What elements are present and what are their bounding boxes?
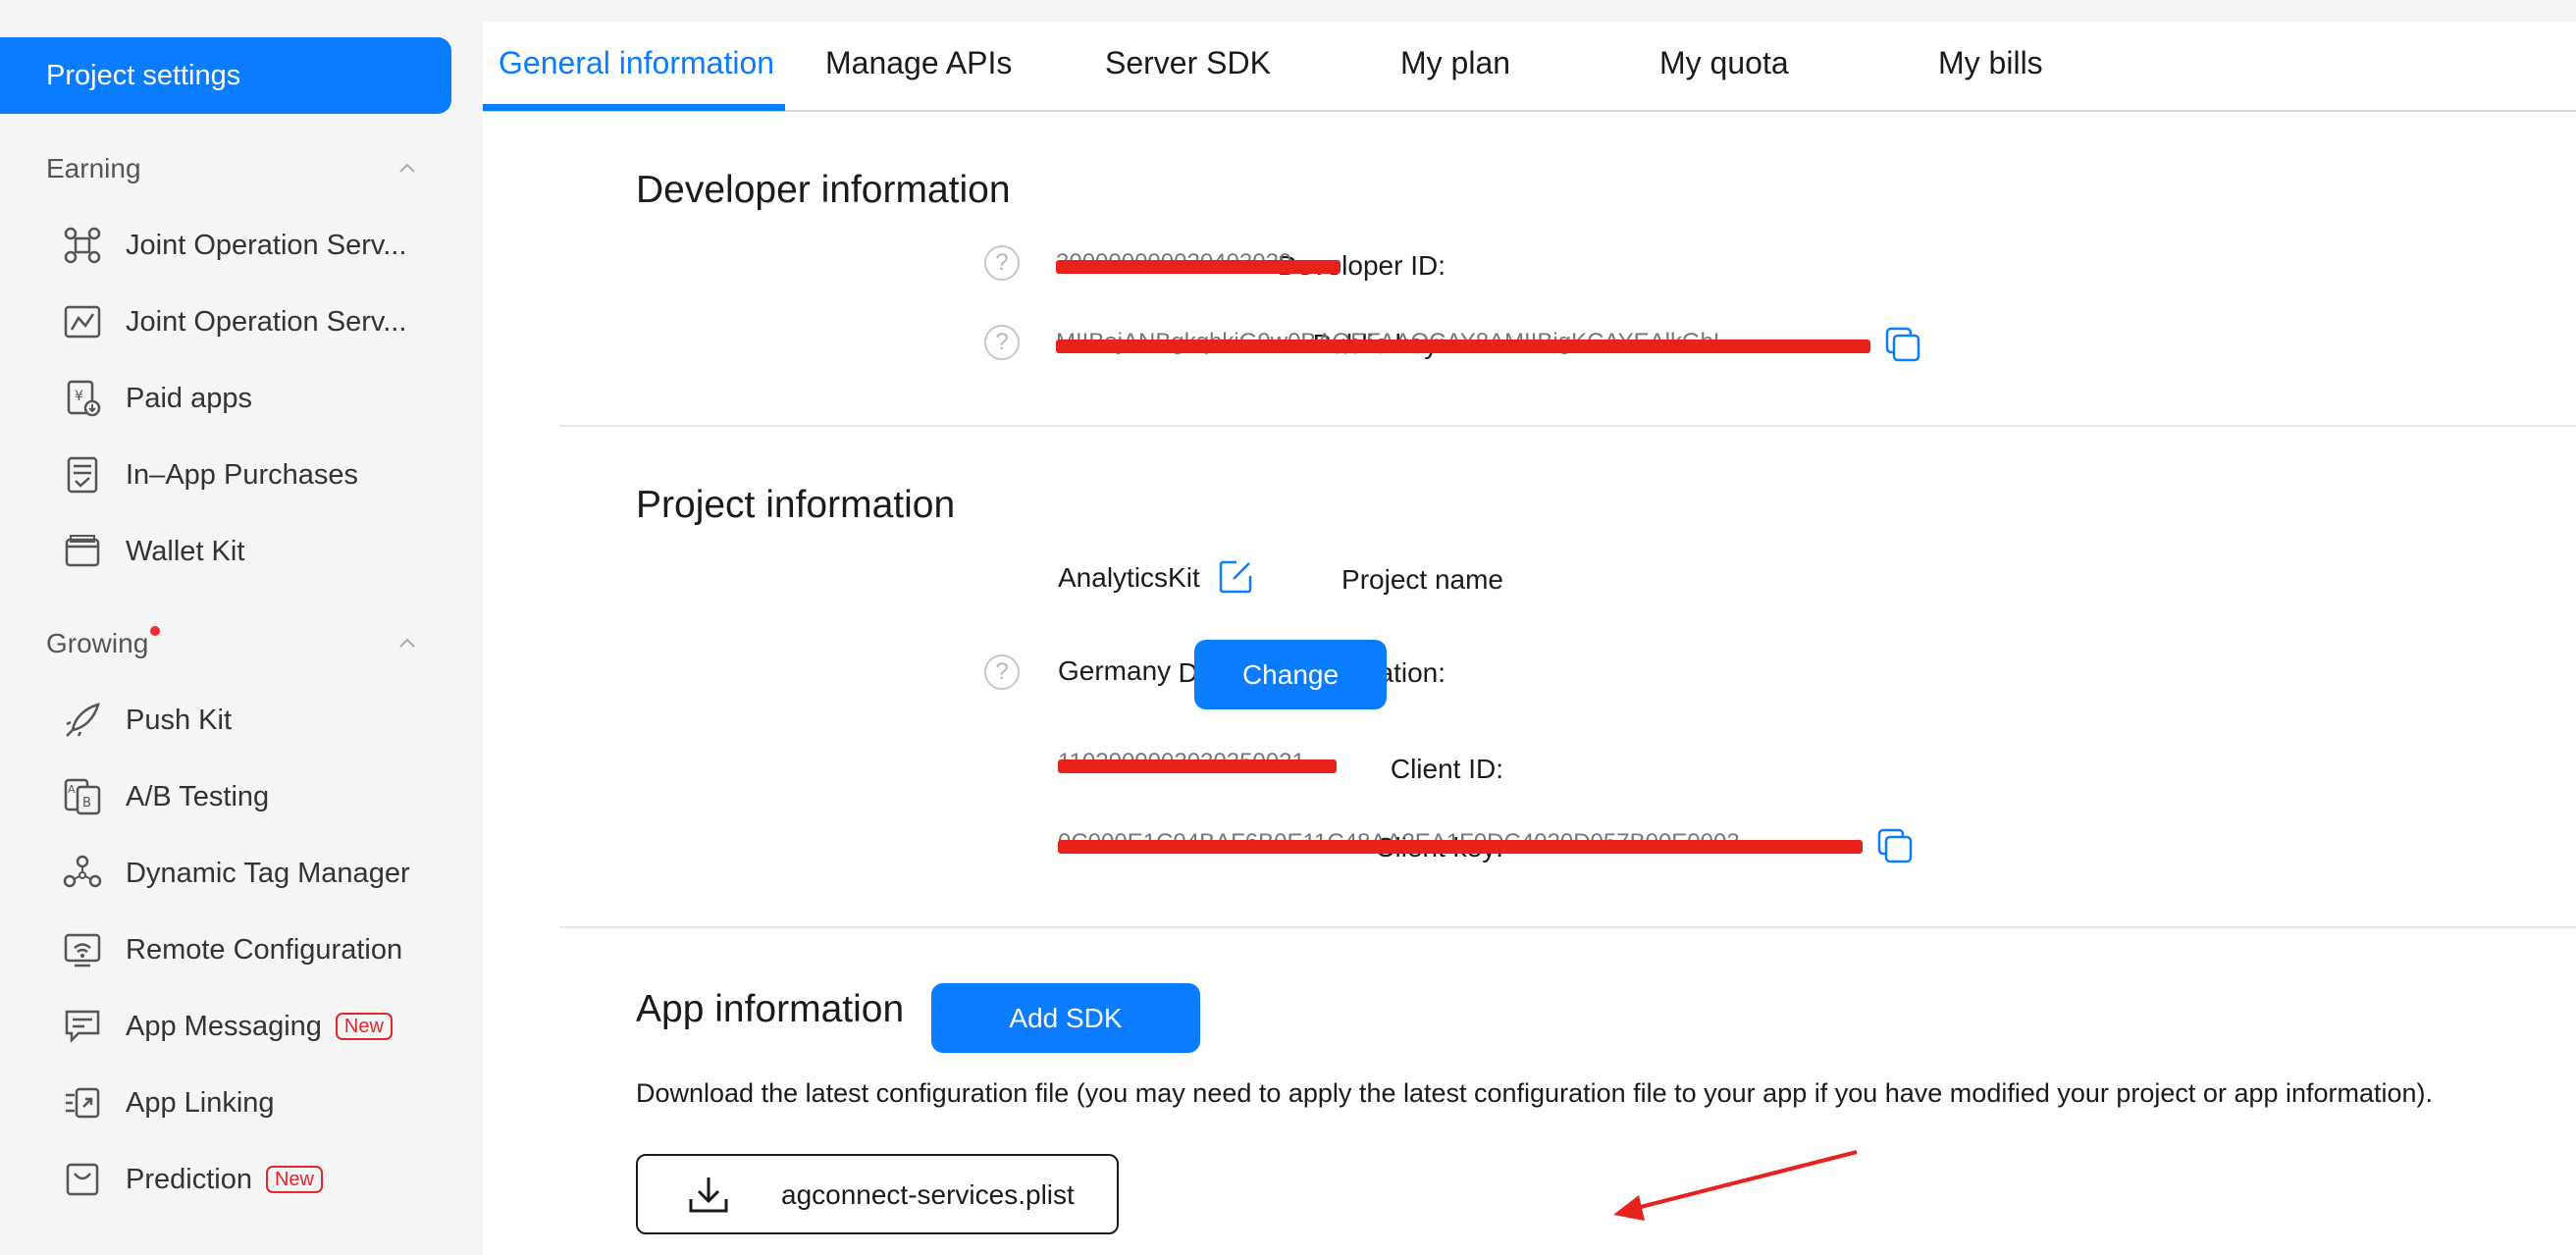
- section-growing[interactable]: Growing: [46, 624, 439, 663]
- project-name-value: AnalyticsKit: [1058, 562, 1200, 593]
- prediction-icon: [61, 1158, 104, 1201]
- sidebar-item-remote-configuration[interactable]: Remote Configuration: [61, 926, 453, 973]
- download-config-button[interactable]: agconnect-services.plist: [636, 1154, 1119, 1234]
- wallet-icon: [61, 530, 104, 573]
- edit-icon[interactable]: [1217, 558, 1254, 596]
- joint-operation-chart-icon: [61, 300, 104, 343]
- sidebar-item-paid-apps[interactable]: ¥ Paid apps: [61, 375, 453, 422]
- remote-config-icon: [61, 928, 104, 971]
- app-info-title: App information: [636, 988, 905, 1030]
- chevron-up-icon[interactable]: [395, 632, 419, 655]
- section-divider: [559, 926, 2576, 928]
- sidebar-item-project-settings[interactable]: Project settings: [0, 37, 451, 114]
- copy-icon[interactable]: [1883, 325, 1922, 364]
- sidebar-item-wallet-kit[interactable]: Wallet Kit: [61, 528, 453, 575]
- tab-server-sdk[interactable]: Server SDK: [1105, 45, 1271, 81]
- sidebar-item-ab-testing[interactable]: AB A/B Testing: [61, 773, 453, 820]
- sidebar-item-label: Wallet Kit: [126, 535, 245, 567]
- client-key-value: 0C000E1C04BAF6B0E11C48AA2EA1F0DC4020D057…: [1058, 829, 1863, 864]
- developer-info-title: Developer information: [636, 169, 1011, 211]
- client-id-value: 1102000002020350021: [1058, 749, 1337, 784]
- sidebar-item-prediction[interactable]: Prediction New: [61, 1156, 453, 1203]
- sidebar-item-label: A/B Testing: [126, 780, 270, 812]
- app-messaging-icon: [61, 1005, 104, 1048]
- sidebar-item-dynamic-tag-manager[interactable]: Dynamic Tag Manager: [61, 850, 453, 897]
- sidebar-item-label: Remote Configuration: [126, 933, 403, 966]
- config-file-name: agconnect-services.plist: [781, 1179, 1075, 1210]
- redaction-mark: [1058, 840, 1863, 854]
- annotation-arrow: [1613, 1150, 1858, 1221]
- sidebar-item-label: Dynamic Tag Manager: [126, 857, 410, 889]
- paid-apps-icon: ¥: [61, 377, 104, 420]
- tab-bar: General information Manage APIs Server S…: [483, 22, 2576, 112]
- notification-dot: [150, 626, 161, 636]
- sidebar-item-label: Joint Operation Serv...: [126, 305, 407, 338]
- active-tab-indicator: [483, 104, 785, 111]
- public-key-value: MIIBojANBgkqhkiG9w0BAQEFAAOCAY8AMIIBigKC…: [1056, 329, 1870, 364]
- sidebar-item-joint-operation-1[interactable]: Joint Operation Serv...: [61, 222, 453, 269]
- download-icon: [689, 1177, 728, 1213]
- section-earning-title: Earning: [46, 153, 141, 183]
- data-storage-value: Germany: [1058, 655, 1172, 686]
- tag-manager-icon: [61, 852, 104, 895]
- copy-icon[interactable]: [1875, 826, 1915, 865]
- redaction-mark: [1058, 759, 1337, 773]
- section-earning[interactable]: Earning: [46, 149, 439, 188]
- help-icon[interactable]: ?: [984, 325, 1020, 360]
- sidebar-item-joint-operation-2[interactable]: Joint Operation Serv...: [61, 298, 453, 345]
- ab-testing-icon: AB: [61, 775, 104, 818]
- sidebar-item-in-app-purchases[interactable]: In–App Purchases: [61, 451, 453, 498]
- tab-manage-apis[interactable]: Manage APIs: [825, 45, 1012, 81]
- add-sdk-button[interactable]: Add SDK: [931, 983, 1200, 1053]
- app-linking-icon: [61, 1081, 104, 1124]
- rocket-icon: [61, 699, 104, 742]
- sidebar: Project settings Earning Joint Operation…: [0, 0, 481, 1255]
- new-badge: New: [335, 1013, 393, 1040]
- developer-id-value: 300000000020403020: [1056, 249, 1341, 285]
- joint-operation-icon: [61, 224, 104, 267]
- section-growing-title: Growing: [46, 628, 149, 658]
- help-icon[interactable]: ?: [984, 245, 1020, 281]
- sidebar-item-label: App Messaging: [126, 1010, 322, 1042]
- svg-text:A: A: [68, 783, 76, 796]
- client-id-label: Client ID:: [1390, 754, 1503, 784]
- redaction-mark: [1056, 260, 1341, 274]
- change-button[interactable]: Change: [1194, 640, 1387, 709]
- config-file-description: Download the latest configuration file (…: [636, 1078, 2434, 1108]
- svg-text:¥: ¥: [75, 389, 83, 404]
- tab-my-bills[interactable]: My bills: [1938, 45, 2043, 81]
- sidebar-item-label: Paid apps: [126, 382, 252, 414]
- sidebar-item-label: Prediction: [126, 1163, 252, 1195]
- sidebar-item-label: App Linking: [126, 1086, 275, 1119]
- main-content: General information Manage APIs Server S…: [483, 22, 2576, 1255]
- sidebar-item-app-linking[interactable]: App Linking: [61, 1079, 453, 1126]
- project-info-title: Project information: [636, 484, 956, 526]
- in-app-purchases-icon: [61, 453, 104, 497]
- svg-text:B: B: [82, 796, 91, 811]
- sidebar-item-label: Joint Operation Serv...: [126, 229, 407, 261]
- sidebar-item-app-messaging[interactable]: App Messaging New: [61, 1003, 453, 1050]
- sidebar-item-label: Push Kit: [126, 704, 232, 736]
- sidebar-item-label: In–App Purchases: [126, 458, 358, 491]
- project-name-label: Project name: [1341, 564, 1503, 595]
- help-icon[interactable]: ?: [984, 654, 1020, 690]
- redaction-mark: [1056, 340, 1870, 353]
- sidebar-item-push-kit[interactable]: Push Kit: [61, 697, 453, 744]
- tab-my-plan[interactable]: My plan: [1400, 45, 1510, 81]
- tab-general-information[interactable]: General information: [499, 45, 774, 81]
- chevron-up-icon[interactable]: [395, 157, 419, 181]
- tab-my-quota[interactable]: My quota: [1659, 45, 1789, 81]
- section-divider: [559, 425, 2576, 427]
- new-badge: New: [265, 1166, 323, 1193]
